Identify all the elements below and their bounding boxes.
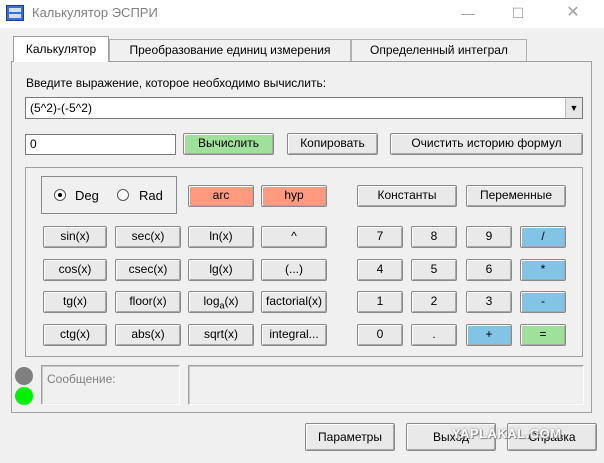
tab-definite-integral[interactable]: Определенный интеграл	[351, 39, 527, 61]
rad-radio[interactable]	[117, 189, 129, 201]
floor-button[interactable]: floor(x)	[115, 291, 181, 313]
integral-button[interactable]: integral...	[261, 324, 327, 346]
parentheses-button[interactable]: (...)	[261, 259, 327, 281]
sin-button[interactable]: sin(x)	[43, 226, 107, 248]
close-button[interactable]: ✕	[550, 0, 596, 28]
dropdown-arrow-icon[interactable]: ▼	[565, 98, 582, 118]
expression-label: Введите выражение, которое необходимо вы…	[26, 76, 327, 90]
angle-mode-group: Deg Rad	[41, 176, 177, 214]
key-1[interactable]: 1	[357, 291, 403, 313]
equals-button[interactable]: =	[520, 324, 566, 346]
constants-button[interactable]: Константы	[357, 185, 457, 207]
result-field[interactable]: 0	[25, 134, 176, 155]
key-3[interactable]: 3	[466, 291, 512, 313]
cos-button[interactable]: cos(x)	[43, 259, 107, 281]
variables-button[interactable]: Переменные	[466, 185, 566, 207]
minimize-button[interactable]: —	[445, 0, 491, 28]
status-indicator-green-icon	[15, 387, 33, 405]
key-5[interactable]: 5	[411, 259, 457, 281]
key-0[interactable]: 0	[357, 324, 403, 346]
multiply-button[interactable]: *	[520, 259, 566, 281]
tab-calculator[interactable]: Калькулятор	[13, 36, 109, 62]
message-text-box	[188, 365, 584, 405]
status-indicator-gray-icon	[15, 367, 33, 385]
message-label-box: Сообщение:	[41, 365, 180, 405]
tab-unit-conversion[interactable]: Преобразование единиц измерения	[109, 39, 351, 61]
settings-button[interactable]: Параметры	[305, 423, 395, 451]
abs-button[interactable]: abs(x)	[115, 324, 181, 346]
sec-button[interactable]: sec(x)	[115, 226, 181, 248]
calculator-app-icon	[6, 5, 24, 21]
log-a-prefix: log	[203, 294, 220, 308]
key-9[interactable]: 9	[466, 226, 512, 248]
key-4[interactable]: 4	[357, 259, 403, 281]
ln-button[interactable]: ln(x)	[188, 226, 254, 248]
log-a-button[interactable]: loga(x)	[188, 291, 254, 313]
key-6[interactable]: 6	[466, 259, 512, 281]
tg-button[interactable]: tg(x)	[43, 291, 107, 313]
divide-button[interactable]: /	[520, 226, 566, 248]
ctg-button[interactable]: ctg(x)	[43, 324, 107, 346]
expression-input[interactable]: (5^2)-(-5^2)	[30, 101, 92, 115]
message-label: Сообщение:	[47, 372, 116, 386]
rad-label[interactable]: Rad	[139, 188, 163, 203]
sqrt-button[interactable]: sqrt(x)	[188, 324, 254, 346]
compute-button[interactable]: Вычислить	[183, 133, 274, 155]
deg-radio[interactable]	[54, 189, 66, 201]
key-8[interactable]: 8	[411, 226, 457, 248]
power-button[interactable]: ^	[261, 226, 327, 248]
copy-button[interactable]: Копировать	[287, 133, 378, 155]
subtract-button[interactable]: -	[520, 291, 566, 313]
watermark: YAPLAKAL.COM	[452, 426, 562, 441]
maximize-button[interactable]: ☐	[495, 0, 541, 28]
arc-button[interactable]: arc	[188, 185, 254, 207]
key-2[interactable]: 2	[411, 291, 457, 313]
add-button[interactable]: +	[466, 324, 512, 346]
window-title: Калькулятор ЭСПРИ	[32, 5, 158, 20]
expression-combobox[interactable]: (5^2)-(-5^2) ▼	[25, 97, 583, 119]
deg-label[interactable]: Deg	[75, 188, 99, 203]
factorial-button[interactable]: factorial(x)	[261, 291, 327, 313]
decimal-point-button[interactable]: .	[411, 324, 457, 346]
hyp-button[interactable]: hyp	[261, 185, 327, 207]
lg-button[interactable]: lg(x)	[188, 259, 254, 281]
clear-history-button[interactable]: Очистить историю формул	[390, 133, 583, 155]
key-7[interactable]: 7	[357, 226, 403, 248]
log-a-suffix: (x)	[224, 294, 239, 308]
csec-button[interactable]: csec(x)	[115, 259, 181, 281]
title-bar: Калькулятор ЭСПРИ — ☐ ✕	[0, 0, 604, 28]
